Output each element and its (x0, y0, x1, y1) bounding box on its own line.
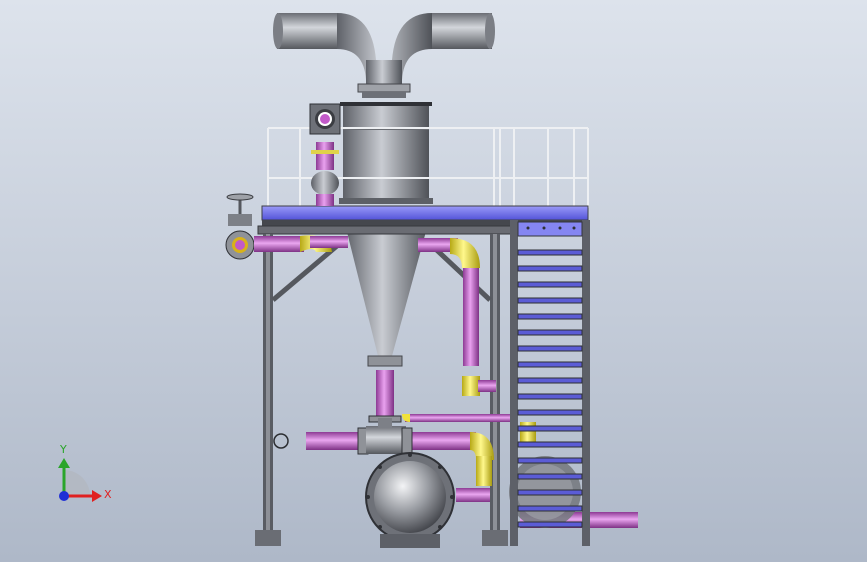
cyclone-separator-assembly[interactable] (0, 0, 867, 562)
stair-tread (517, 441, 583, 448)
stair-tread (517, 297, 583, 304)
stair-tread (517, 281, 583, 288)
triad-z-axis (59, 491, 69, 501)
stair-tread (517, 345, 583, 352)
coordinate-triad (58, 458, 102, 502)
triad-x-label: X (104, 488, 112, 501)
stair-tread (517, 265, 583, 272)
triad-x-arrow (92, 490, 102, 502)
stair-tread (517, 329, 583, 336)
left-gate-valve[interactable] (225, 193, 255, 260)
stair-tread (517, 473, 583, 480)
stair-tread (517, 361, 583, 368)
stair-tread (517, 249, 583, 256)
stair-tread (517, 393, 583, 400)
stair-tread (517, 505, 583, 512)
stair-tread (517, 377, 583, 384)
stair-tread (517, 521, 583, 528)
stair-tread (517, 313, 583, 320)
stair-tread (517, 457, 583, 464)
triad-y-arrow (58, 458, 70, 468)
cad-viewport[interactable]: Y X (0, 0, 867, 562)
stair-tread (517, 425, 583, 432)
top-y-duct[interactable] (273, 13, 495, 98)
stair-tread (517, 489, 583, 496)
stair-tread (517, 409, 583, 416)
lower-tee-valve[interactable] (357, 418, 413, 455)
triad-y-label: Y (60, 443, 67, 456)
inlet-magenta-pipe[interactable] (309, 103, 341, 206)
